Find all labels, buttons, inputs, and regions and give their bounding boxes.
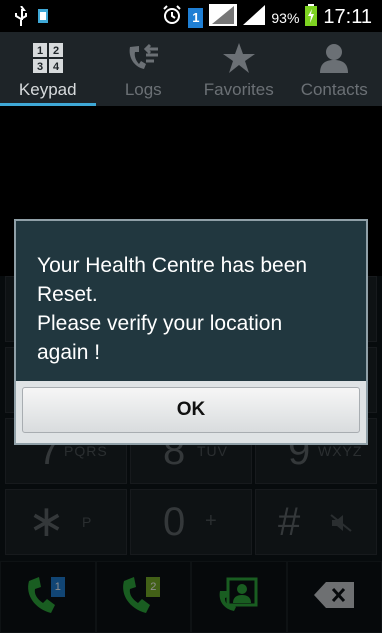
signal-icon <box>209 4 238 31</box>
tab-label: Logs <box>124 80 162 99</box>
status-right: 1 93% 17:11 <box>162 4 372 31</box>
ok-button[interactable]: OK <box>22 387 360 433</box>
tab-keypad[interactable]: 1 2 3 4 Keypad <box>0 32 96 106</box>
signal-icon <box>243 5 266 30</box>
battery-percent: 93% <box>271 9 300 26</box>
dialog-message-line: Please verify your location <box>37 312 283 335</box>
dialog-message: Your Health Centre has been Reset. Pleas… <box>16 221 366 381</box>
status-bar: 1 93% 17:11 <box>0 0 382 32</box>
tab-favorites[interactable]: Favorites <box>191 32 287 106</box>
dialog-message-line: Your Health Centre has been <box>37 254 308 277</box>
dialog-button-area: OK <box>16 381 366 443</box>
dialog-message-line: again ! <box>37 341 101 364</box>
keypad-icon: 1 2 3 4 <box>32 40 63 76</box>
star-icon <box>222 40 255 76</box>
alarm-icon <box>162 5 182 30</box>
tab-contacts[interactable]: Contacts <box>287 32 382 106</box>
logs-icon <box>126 40 160 76</box>
keypad-icon-digit: 4 <box>53 61 60 73</box>
usb-icon <box>14 5 28 31</box>
keypad-icon-digit: 3 <box>37 61 43 73</box>
clock: 17:11 <box>323 6 372 28</box>
keypad-icon-digit: 2 <box>53 45 59 57</box>
tab-label: Contacts <box>300 80 368 99</box>
tab-label: Favorites <box>203 80 274 99</box>
sim-card-icon <box>38 9 48 28</box>
dialog-message-line: Reset. <box>37 283 98 306</box>
alert-dialog: Your Health Centre has been Reset. Pleas… <box>14 219 368 445</box>
screen: 1 93% 17:11 1 2 3 4 Keypad Logs Favorite… <box>0 0 382 633</box>
person-icon <box>318 40 350 76</box>
tab-bar: 1 2 3 4 Keypad Logs Favorites Contacts <box>0 32 382 106</box>
tab-label: Keypad <box>18 80 77 99</box>
sim1-badge-icon: 1 <box>188 7 204 28</box>
keypad-icon-digit: 1 <box>37 45 43 57</box>
status-left <box>14 5 48 31</box>
battery-charging-icon <box>305 4 318 31</box>
tab-logs[interactable]: Logs <box>96 32 192 106</box>
